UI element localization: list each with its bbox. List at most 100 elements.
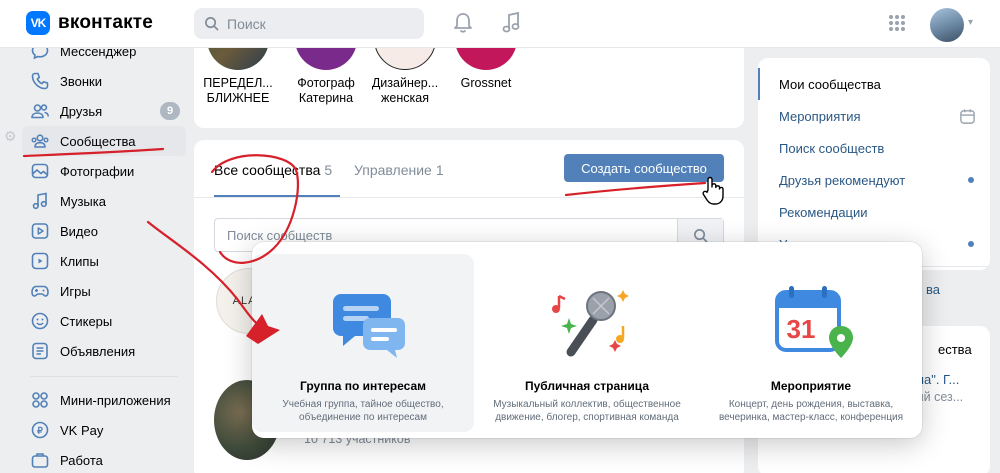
new-indicator-dot	[968, 241, 974, 247]
nav-item-mini-apps[interactable]: Мини-приложения	[22, 385, 186, 415]
nav-item-label: Фотографии	[60, 163, 135, 179]
favorite-communities-panel: ПЕРЕДЕЛ... БЛИЖНЕЕ Фотограф Катерина Диз…	[194, 38, 744, 128]
sticker-smile-icon	[30, 311, 50, 331]
favorite-community-label: Grossnet	[460, 76, 512, 90]
music-icon	[30, 191, 50, 211]
nav-item-photos[interactable]: Фотографии	[22, 156, 186, 186]
favorite-community-label: Фотограф Катерина	[297, 76, 355, 105]
friends-count-badge: 9	[160, 102, 180, 120]
nav-item-label: Стикеры	[60, 313, 113, 329]
top-header: VK вконтакте Поиск ▾	[0, 0, 1000, 48]
photos-icon	[30, 161, 50, 181]
favorite-community[interactable]: ПЕРЕДЕЛ... БЛИЖНЕЕ	[198, 38, 278, 106]
nav-item-label: Звонки	[60, 73, 102, 89]
tab-all-communities[interactable]: Все сообщества 5	[214, 162, 332, 178]
search-input[interactable]: Поиск	[194, 8, 424, 39]
vk-pay-icon: ₽	[30, 420, 50, 440]
favorite-community-label: ПЕРЕДЕЛ... БЛИЖНЕЕ	[203, 76, 273, 105]
right-menu-label: Мероприятия	[779, 108, 861, 124]
nav-item-video[interactable]: Видео	[22, 216, 186, 246]
gear-icon[interactable]: ⚙	[4, 128, 17, 145]
nav-item-label: Музыка	[60, 193, 106, 209]
right-section-title: ества	[938, 342, 972, 357]
community-search-placeholder: Поиск сообществ	[227, 227, 333, 243]
vk-logo-icon: VK	[26, 11, 50, 35]
vk-logo[interactable]: VK вконтакте	[26, 11, 153, 35]
right-menu-my-communities[interactable]: Мои сообщества	[758, 68, 990, 100]
nav-item-label: Видео	[60, 223, 98, 239]
search-icon	[694, 228, 708, 242]
nav-item-friends[interactable]: Друзья 9	[22, 96, 186, 126]
nav-item-label: Мини-приложения	[60, 392, 171, 408]
right-menu-link[interactable]: ва	[926, 282, 940, 297]
svg-text:31: 31	[787, 314, 816, 344]
gamepad-icon	[30, 281, 50, 301]
favorite-community-label: Дизайнер... женская	[371, 76, 439, 105]
community-type-public-page[interactable]: Публичная страница Музыкальный коллектив…	[476, 254, 698, 432]
tabs-divider	[194, 197, 744, 198]
right-menu-events[interactable]: Мероприятия	[758, 100, 990, 132]
right-menu-recommendations[interactable]: Рекомендации	[758, 196, 990, 228]
card-description: Концерт, день рождения, выставка, вечери…	[718, 399, 904, 423]
favorite-community[interactable]: Фотограф Катерина	[286, 38, 366, 106]
calendar-event-icon: 31	[775, 286, 853, 358]
right-menu-label: Поиск сообществ	[779, 140, 885, 156]
nav-item-label: Друзья	[60, 103, 103, 119]
friends-icon	[30, 101, 50, 121]
search-icon	[205, 17, 219, 31]
right-menu-label: Друзья рекомендуют	[779, 172, 906, 188]
card-description: Музыкальный коллектив, общественное движ…	[493, 399, 681, 423]
nav-item-stickers[interactable]: Стикеры	[22, 306, 186, 336]
tab-label: Управление	[354, 162, 432, 178]
logo-text: вконтакте	[58, 12, 154, 33]
card-title: Группа по интересам	[300, 379, 426, 393]
favorite-community[interactable]: Дизайнер... женская	[365, 38, 445, 106]
right-menu-friends-recommend[interactable]: Друзья рекомендуют	[758, 164, 990, 196]
chat-bubbles-icon	[333, 294, 405, 358]
briefcase-icon	[30, 450, 50, 470]
user-avatar[interactable]	[930, 8, 964, 42]
hand-pointer-cursor-icon	[702, 176, 724, 205]
phone-icon	[30, 71, 50, 91]
new-indicator-dot	[968, 177, 974, 183]
nav-item-ads[interactable]: Объявления	[22, 336, 186, 366]
nav-item-vk-pay[interactable]: ₽ VK Pay	[22, 415, 186, 445]
right-menu-search-communities[interactable]: Поиск сообществ	[758, 132, 990, 164]
nav-item-games[interactable]: Игры	[22, 276, 186, 306]
calendar-icon[interactable]	[959, 108, 976, 125]
search-placeholder: Поиск	[227, 15, 266, 32]
apps-grid-icon[interactable]	[886, 12, 908, 34]
tab-management[interactable]: Управление 1	[354, 162, 444, 178]
right-menu-label: Мои сообщества	[779, 76, 881, 92]
microphone-icon	[552, 290, 629, 357]
community-type-interest-group[interactable]: Группа по интересам Учебная группа, тайн…	[252, 254, 474, 432]
communities-right-menu: Мои сообщества Мероприятия Поиск сообщес…	[758, 58, 990, 270]
nav-item-clips[interactable]: Клипы	[22, 246, 186, 276]
nav-item-communities[interactable]: Сообщества	[22, 126, 186, 156]
nav-item-label: Работа	[60, 452, 103, 468]
tab-count: 1	[435, 162, 444, 178]
nav-item-jobs[interactable]: Работа	[22, 445, 186, 473]
nav-item-calls[interactable]: Звонки	[22, 66, 186, 96]
card-title: Мероприятие	[770, 379, 852, 393]
community-type-popup: Группа по интересам Учебная группа, тайн…	[252, 242, 922, 438]
nav-item-label: Клипы	[60, 253, 99, 269]
card-description: Учебная группа, тайное общество, объедин…	[282, 399, 444, 423]
mini-apps-icon	[30, 390, 50, 410]
right-menu-label: Рекомендации	[779, 204, 868, 220]
community-type-event[interactable]: 31 Мероприятие Концерт, день рождения, в…	[700, 254, 922, 432]
nav-item-label: Игры	[60, 283, 91, 299]
nav-item-label: Объявления	[60, 343, 136, 359]
chevron-down-icon[interactable]: ▾	[968, 17, 973, 28]
left-navigation: Мессенджер Звонки Друзья 9 Сообщества Фо…	[22, 36, 186, 473]
create-community-button[interactable]: Создать сообщество	[564, 154, 724, 182]
communities-icon	[30, 131, 50, 151]
svg-text:₽: ₽	[37, 426, 43, 436]
tab-count: 5	[324, 162, 333, 178]
clips-icon	[30, 251, 50, 271]
nav-item-label: Сообщества	[60, 133, 136, 149]
music-note-icon[interactable]	[500, 12, 522, 34]
nav-item-music[interactable]: Музыка	[22, 186, 186, 216]
classifieds-icon	[30, 341, 50, 361]
notifications-bell-icon[interactable]	[452, 12, 474, 34]
